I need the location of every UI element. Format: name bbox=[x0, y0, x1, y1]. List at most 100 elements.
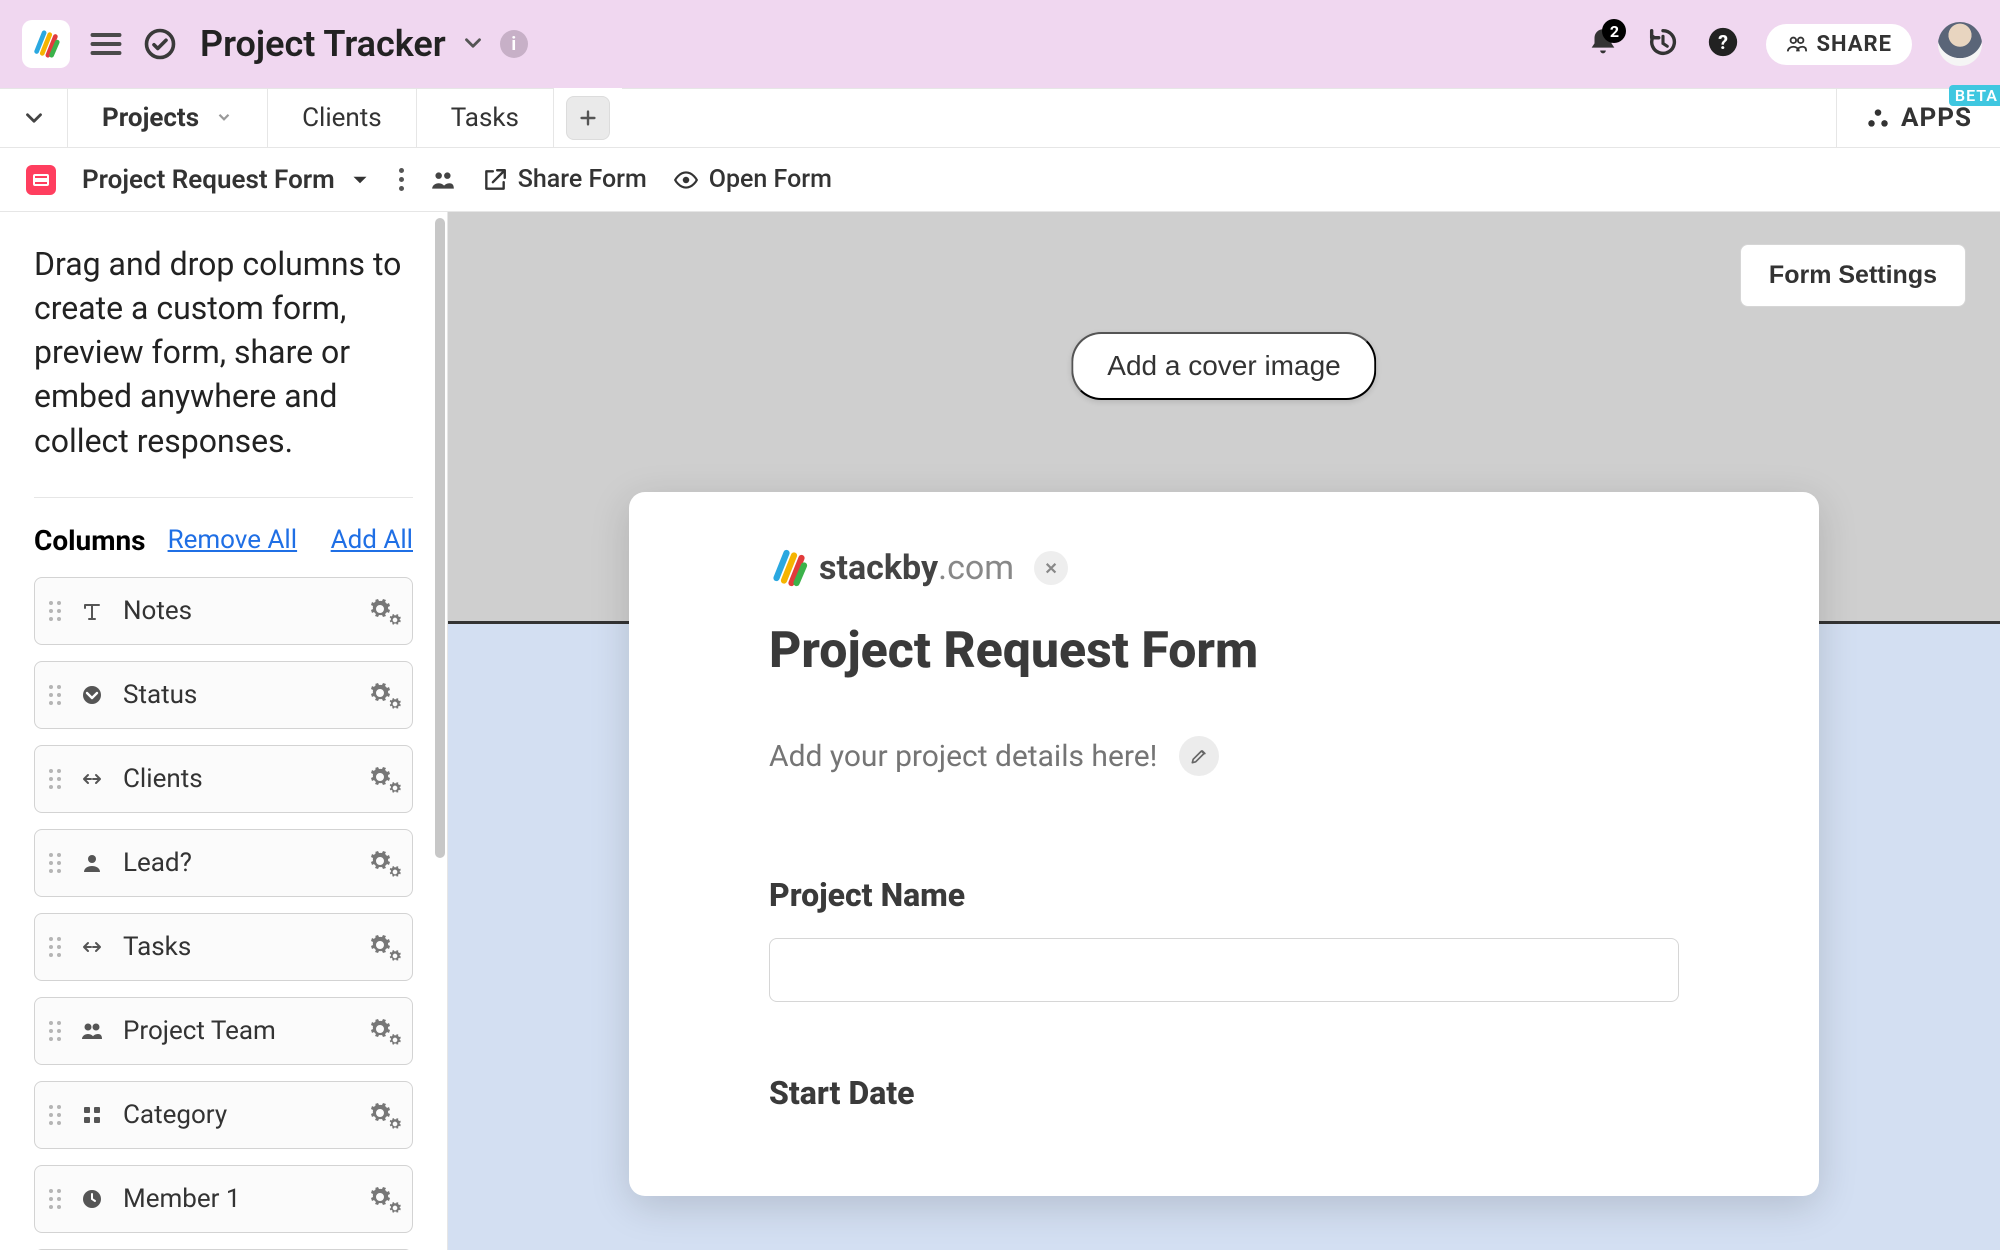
view-name-dropdown[interactable]: Project Request Form bbox=[82, 165, 373, 195]
column-settings-button[interactable] bbox=[368, 1101, 396, 1129]
share-form-label: Share Form bbox=[518, 165, 647, 194]
tab-label: Projects bbox=[102, 103, 199, 133]
tab-tasks[interactable]: Tasks bbox=[417, 88, 554, 147]
tab-projects[interactable]: Projects bbox=[68, 88, 268, 147]
column-name: Notes bbox=[123, 596, 350, 626]
svg-text:?: ? bbox=[1719, 31, 1729, 54]
tab-clients[interactable]: Clients bbox=[268, 88, 417, 147]
column-item[interactable]: Project Team bbox=[34, 997, 413, 1065]
column-settings-button[interactable] bbox=[368, 681, 396, 709]
column-item[interactable]: Status bbox=[34, 661, 413, 729]
form-view-icon bbox=[26, 165, 56, 195]
form-brand-logo[interactable]: stackby.com bbox=[769, 548, 1014, 588]
column-type-icon bbox=[79, 934, 105, 960]
column-settings-button[interactable] bbox=[368, 765, 396, 793]
chevron-down-icon[interactable] bbox=[460, 23, 486, 65]
brand-text: stackby bbox=[819, 548, 938, 588]
column-item[interactable]: Lead? bbox=[34, 829, 413, 897]
drag-handle-icon[interactable] bbox=[49, 769, 61, 789]
topbar-right: 2 ? SHARE bbox=[1586, 22, 1982, 66]
add-all-link[interactable]: Add All bbox=[331, 525, 413, 555]
column-settings-button[interactable] bbox=[368, 849, 396, 877]
menu-icon[interactable] bbox=[88, 26, 124, 62]
form-settings-button[interactable]: Form Settings bbox=[1740, 244, 1966, 307]
share-button[interactable]: SHARE bbox=[1766, 24, 1912, 65]
remove-logo-button[interactable]: ✕ bbox=[1034, 551, 1068, 585]
form-logo-row: stackby.com ✕ bbox=[769, 548, 1679, 588]
task-check-icon[interactable] bbox=[142, 26, 178, 62]
column-type-icon bbox=[79, 850, 105, 876]
column-name: Tasks bbox=[123, 932, 350, 962]
column-item[interactable]: Tasks bbox=[34, 913, 413, 981]
column-name: Status bbox=[123, 680, 350, 710]
chevron-down-icon[interactable] bbox=[215, 103, 233, 133]
divider bbox=[34, 497, 413, 498]
drag-handle-icon[interactable] bbox=[49, 685, 61, 705]
caret-down-icon bbox=[347, 167, 373, 193]
edit-description-button[interactable] bbox=[1179, 736, 1219, 776]
drag-handle-icon[interactable] bbox=[49, 601, 61, 621]
form-title[interactable]: Project Request Form bbox=[769, 622, 1679, 680]
app-title-text: Project Tracker bbox=[200, 23, 446, 65]
share-label: SHARE bbox=[1816, 32, 1892, 57]
share-form-button[interactable]: Share Form bbox=[482, 165, 647, 194]
drag-handle-icon[interactable] bbox=[49, 853, 61, 873]
column-type-icon bbox=[79, 1102, 105, 1128]
stackby-icon bbox=[769, 548, 809, 588]
info-icon[interactable]: i bbox=[500, 30, 528, 58]
scrollbar-thumb[interactable] bbox=[435, 218, 445, 858]
user-avatar[interactable] bbox=[1938, 22, 1982, 66]
drag-handle-icon[interactable] bbox=[49, 937, 61, 957]
notifications-button[interactable]: 2 bbox=[1586, 25, 1620, 63]
app-logo[interactable] bbox=[22, 20, 70, 68]
history-icon[interactable] bbox=[1646, 25, 1680, 63]
apps-button[interactable]: APPS BETA bbox=[1836, 88, 2000, 147]
app-title[interactable]: Project Tracker i bbox=[200, 23, 528, 65]
eye-icon bbox=[673, 167, 699, 193]
field-label: Project Name bbox=[769, 876, 1679, 914]
open-form-label: Open Form bbox=[709, 165, 832, 194]
view-more-menu[interactable] bbox=[399, 168, 404, 191]
column-item[interactable]: Member 1 bbox=[34, 1165, 413, 1233]
column-settings-button[interactable] bbox=[368, 1185, 396, 1213]
column-name: Clients bbox=[123, 764, 350, 794]
column-type-icon bbox=[79, 1018, 105, 1044]
column-settings-button[interactable] bbox=[368, 1017, 396, 1045]
column-item[interactable]: Notes bbox=[34, 577, 413, 645]
collaborators-button[interactable] bbox=[430, 167, 456, 193]
add-tab-button[interactable] bbox=[566, 96, 610, 140]
column-type-icon bbox=[79, 766, 105, 792]
column-name: Member 1 bbox=[123, 1184, 350, 1214]
plus-icon bbox=[577, 107, 599, 129]
form-builder-sidebar: Drag and drop columns to create a custom… bbox=[0, 212, 448, 1250]
add-cover-button[interactable]: Add a cover image bbox=[1071, 332, 1376, 400]
apps-label: APPS bbox=[1901, 103, 1972, 133]
remove-all-link[interactable]: Remove All bbox=[168, 525, 298, 555]
sidebar-description: Drag and drop columns to create a custom… bbox=[34, 242, 413, 463]
form-field-start-date: Start Date bbox=[769, 1074, 1679, 1112]
open-form-button[interactable]: Open Form bbox=[673, 165, 832, 194]
main-area: Drag and drop columns to create a custom… bbox=[0, 212, 2000, 1250]
column-settings-button[interactable] bbox=[368, 933, 396, 961]
field-label: Start Date bbox=[769, 1074, 1679, 1112]
stackby-icon bbox=[31, 29, 61, 59]
expand-tabs-button[interactable] bbox=[0, 88, 68, 147]
column-type-icon bbox=[79, 598, 105, 624]
drag-handle-icon[interactable] bbox=[49, 1021, 61, 1041]
share-icon bbox=[482, 167, 508, 193]
column-item[interactable]: Clients bbox=[34, 745, 413, 813]
project-name-input[interactable] bbox=[769, 938, 1679, 1002]
form-description-row: Add your project details here! bbox=[769, 736, 1679, 776]
help-icon[interactable]: ? bbox=[1706, 25, 1740, 63]
drag-handle-icon[interactable] bbox=[49, 1105, 61, 1125]
column-name: Category bbox=[123, 1100, 350, 1130]
pencil-icon bbox=[1189, 746, 1209, 766]
column-settings-button[interactable] bbox=[368, 597, 396, 625]
form-description-text[interactable]: Add your project details here! bbox=[769, 739, 1157, 774]
form-canvas: Form Settings Add a cover image stackby.… bbox=[448, 212, 2000, 1250]
view-name-text: Project Request Form bbox=[82, 165, 335, 195]
drag-handle-icon[interactable] bbox=[49, 1189, 61, 1209]
column-item[interactable]: Category bbox=[34, 1081, 413, 1149]
column-name: Lead? bbox=[123, 848, 350, 878]
column-type-icon bbox=[79, 1186, 105, 1212]
